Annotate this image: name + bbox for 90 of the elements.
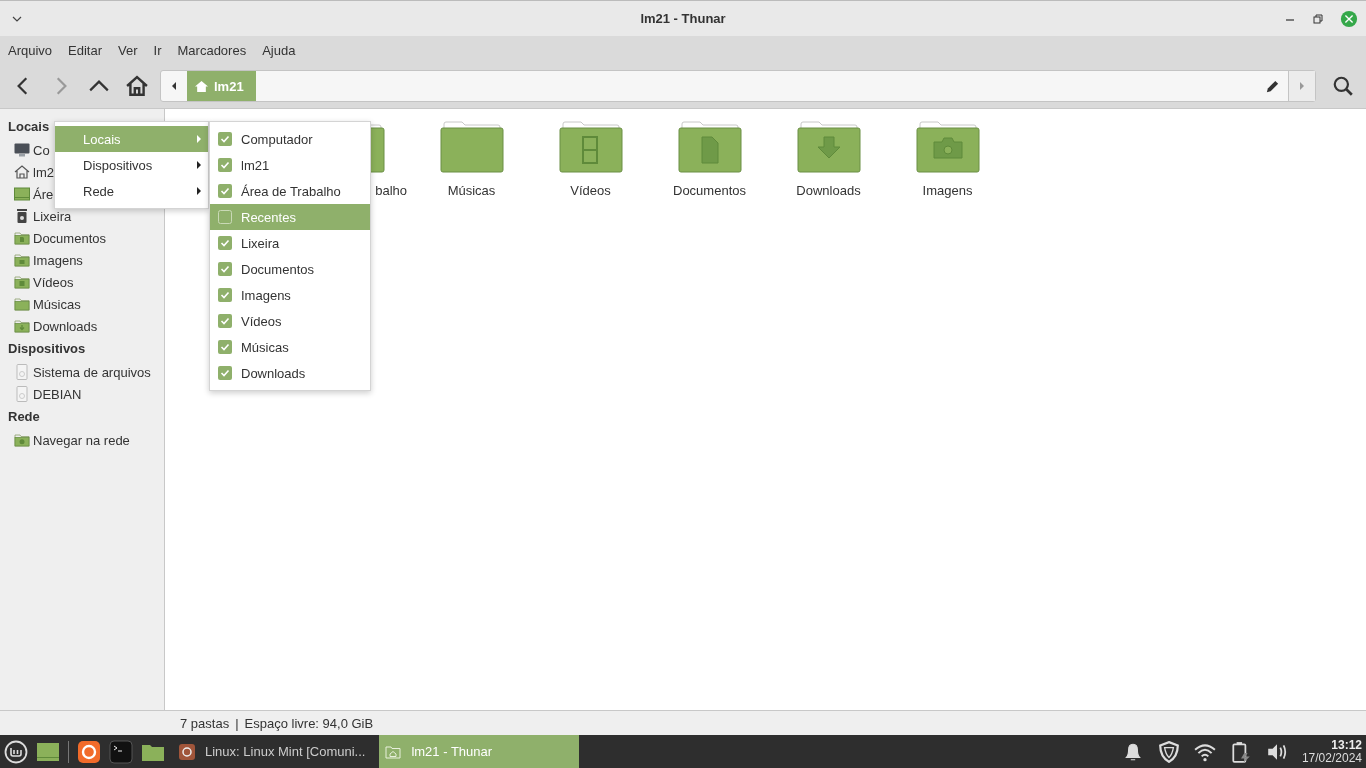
folder-count: 7 pastas xyxy=(180,715,230,731)
folder-icon xyxy=(14,230,30,246)
checkbox[interactable] xyxy=(218,184,232,198)
submenu-arrow-icon xyxy=(196,160,202,170)
menu-item[interactable]: Marcadores xyxy=(177,42,247,58)
checkbox[interactable] xyxy=(218,236,232,250)
folder-label[interactable]: Documentos xyxy=(673,183,746,198)
menu-item[interactable]: Ver xyxy=(118,42,138,58)
sidebar-item[interactable]: Áre xyxy=(33,186,54,202)
sidebar-item[interactable]: Sistema de arquivos xyxy=(33,364,151,380)
free-space: Espaço livre: 94,0 GiB xyxy=(244,715,374,731)
left-arrow-icon[interactable] xyxy=(171,81,177,91)
check-menu-item[interactable]: Imagens xyxy=(210,282,370,308)
folder-label[interactable]: Músicas xyxy=(447,183,496,198)
search-icon[interactable] xyxy=(1332,75,1354,97)
sidebar-item[interactable]: Músicas xyxy=(33,296,81,312)
sidebar-item[interactable]: Vídeos xyxy=(33,274,74,290)
submenu-arrow-icon xyxy=(196,134,202,144)
shield-icon[interactable] xyxy=(1157,740,1180,763)
folder-icon xyxy=(14,318,30,334)
folder-icon xyxy=(14,252,30,268)
checkbox[interactable] xyxy=(218,288,232,302)
pencil-icon[interactable] xyxy=(1265,78,1280,94)
sidebar-item[interactable]: Co xyxy=(33,142,50,158)
browser-icon xyxy=(179,743,195,760)
home-icon xyxy=(195,79,208,93)
caret-icon[interactable] xyxy=(12,15,22,22)
checkbox[interactable] xyxy=(218,132,232,146)
check-menu-item[interactable]: Músicas xyxy=(210,334,370,360)
terminal-icon[interactable] xyxy=(109,739,133,764)
menu-item[interactable]: Rede xyxy=(55,178,208,204)
folder-icon xyxy=(385,743,402,760)
checkbox[interactable] xyxy=(218,262,232,276)
menu-item[interactable]: Arquivo xyxy=(8,42,53,58)
folder-label[interactable]: Imagens xyxy=(922,183,973,198)
check-menu-item[interactable]: lm21 xyxy=(210,152,370,178)
folder-icon xyxy=(14,432,30,448)
check-menu-item[interactable]: Documentos xyxy=(210,256,370,282)
home-icon xyxy=(14,164,30,180)
sidebar-heading: Locais xyxy=(7,118,51,136)
folder-label[interactable]: Vídeos xyxy=(570,183,611,198)
drive-icon xyxy=(14,364,30,380)
window-title: lm21 - Thunar xyxy=(640,11,726,26)
sidebar-item[interactable]: Navegar na rede xyxy=(33,432,130,448)
menu-item[interactable]: Editar xyxy=(68,42,103,58)
menu-logo-icon[interactable] xyxy=(4,739,28,764)
folder-icon xyxy=(439,121,504,173)
folder-label[interactable]: balho xyxy=(375,183,407,198)
sidebar-item[interactable]: DEBIAN xyxy=(33,386,82,402)
submenu-arrow-icon xyxy=(196,186,202,196)
battery-icon[interactable] xyxy=(1229,740,1252,763)
folder-icon xyxy=(677,121,742,173)
check-menu-item[interactable]: Lixeira xyxy=(210,230,370,256)
sidebar-item[interactable]: Lixeira xyxy=(33,208,72,224)
trash-icon xyxy=(14,208,30,224)
monitor-icon xyxy=(14,142,30,158)
checkbox[interactable] xyxy=(218,340,232,354)
desktop-icon xyxy=(14,186,30,202)
check-menu-item[interactable]: Downloads xyxy=(210,360,370,386)
sidebar-heading: Dispositivos xyxy=(7,340,87,358)
sidebar-item[interactable]: lm2 xyxy=(33,164,54,180)
sidebar-item[interactable]: Imagens xyxy=(33,252,83,268)
folder-icon xyxy=(915,121,980,173)
sidebar-heading: Rede xyxy=(7,408,41,426)
checkbox[interactable] xyxy=(218,210,232,224)
close-icon[interactable] xyxy=(1340,9,1358,28)
restore-icon[interactable] xyxy=(1312,12,1324,25)
menu-item[interactable]: Ir xyxy=(153,42,162,58)
sidebar-item[interactable]: Downloads xyxy=(33,318,98,334)
checkbox[interactable] xyxy=(218,314,232,328)
check-menu-item[interactable]: Computador xyxy=(210,126,370,152)
folder-label[interactable]: Downloads xyxy=(796,183,861,198)
browser-icon[interactable] xyxy=(77,739,101,764)
menu-item[interactable]: Ajuda xyxy=(262,42,296,58)
check-menu-item[interactable]: Área de Trabalho xyxy=(210,178,370,204)
checkbox[interactable] xyxy=(218,158,232,172)
clock-date[interactable]: 17/02/2024 xyxy=(1301,751,1362,765)
status-separator: | xyxy=(235,715,239,731)
folder-icon xyxy=(796,121,861,173)
sidebar-item[interactable]: Documentos xyxy=(33,230,106,246)
checkbox[interactable] xyxy=(218,366,232,380)
home-icon[interactable] xyxy=(126,75,148,97)
drive-icon xyxy=(14,386,30,402)
folder-icon xyxy=(14,274,30,290)
taskbar-window-button[interactable]: Linux: Linux Mint [Comuni... xyxy=(173,735,372,768)
check-menu-item[interactable]: Vídeos xyxy=(210,308,370,334)
folder-icon xyxy=(14,296,30,312)
menu-item[interactable]: Dispositivos xyxy=(55,152,208,178)
folder-icon xyxy=(558,121,623,173)
clock-time[interactable]: 13:12 xyxy=(1331,738,1362,752)
